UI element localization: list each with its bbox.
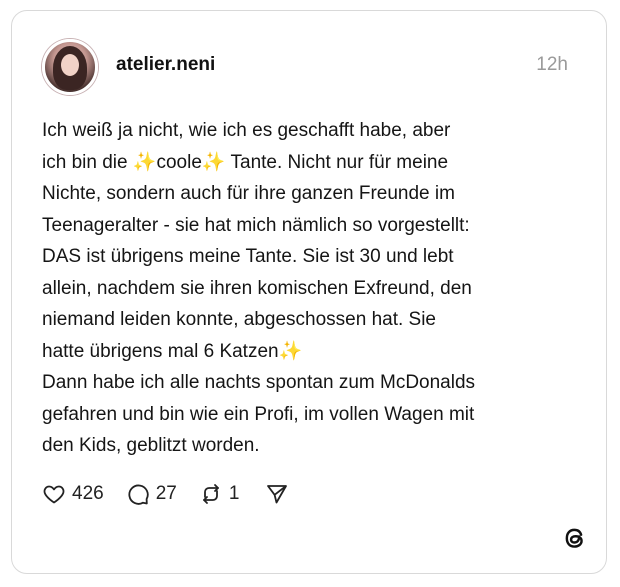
repost-button[interactable]: 1 bbox=[199, 482, 240, 506]
post-text-line: gefahren und bin wie ein Profi, im volle… bbox=[42, 403, 475, 425]
post-text-line: Teenageralter - sie hat mich nämlich so … bbox=[42, 214, 470, 236]
avatar[interactable] bbox=[42, 39, 98, 95]
post-text-line: Dann habe ich alle nachts spontan zum Mc… bbox=[42, 372, 476, 393]
post-header: atelier.neni 12h bbox=[42, 39, 568, 95]
post-actions: 426 27 1 bbox=[42, 479, 311, 509]
share-button[interactable] bbox=[265, 482, 289, 506]
avatar-face bbox=[61, 54, 79, 76]
like-count: 426 bbox=[72, 483, 104, 504]
post-text-line: den Kids, geblitzt worden. bbox=[42, 435, 260, 456]
username[interactable]: atelier.neni bbox=[116, 54, 215, 76]
post-card: atelier.neni 12h Ich weiß ja nicht, wie … bbox=[11, 10, 607, 574]
post-text-line: ich bin die ✨coole✨ Tante. Nicht nur für… bbox=[42, 151, 449, 173]
post-text-line: Nichte, sondern auch für ihre ganzen Fre… bbox=[42, 183, 455, 204]
send-icon bbox=[267, 485, 288, 504]
post-timestamp: 12h bbox=[536, 54, 568, 75]
repost-count: 1 bbox=[228, 483, 240, 504]
post-text-line: DAS ist übrigens meine Tante. Sie ist 30… bbox=[42, 246, 454, 267]
reply-button[interactable]: 27 bbox=[126, 482, 177, 506]
comment-bubble-icon bbox=[128, 484, 149, 505]
post-text-line: allein, nachdem sie ihren komischen Exfr… bbox=[42, 277, 472, 299]
post-text-line: Ich weiß ja nicht, wie ich es geschafft … bbox=[42, 120, 451, 141]
repost-icon bbox=[202, 484, 219, 504]
threads-logo-icon bbox=[560, 523, 590, 553]
reply-count: 27 bbox=[155, 483, 177, 504]
post-text: Ich weiß ja nicht, wie ich es geschafft … bbox=[42, 115, 582, 462]
post-text-line: hatte übrigens mal 6 Katzen✨ bbox=[42, 340, 303, 362]
heart-icon bbox=[43, 485, 65, 504]
like-button[interactable]: 426 bbox=[42, 482, 104, 506]
post-text-line: niemand leiden konnte, abgeschossen hat.… bbox=[42, 309, 436, 330]
